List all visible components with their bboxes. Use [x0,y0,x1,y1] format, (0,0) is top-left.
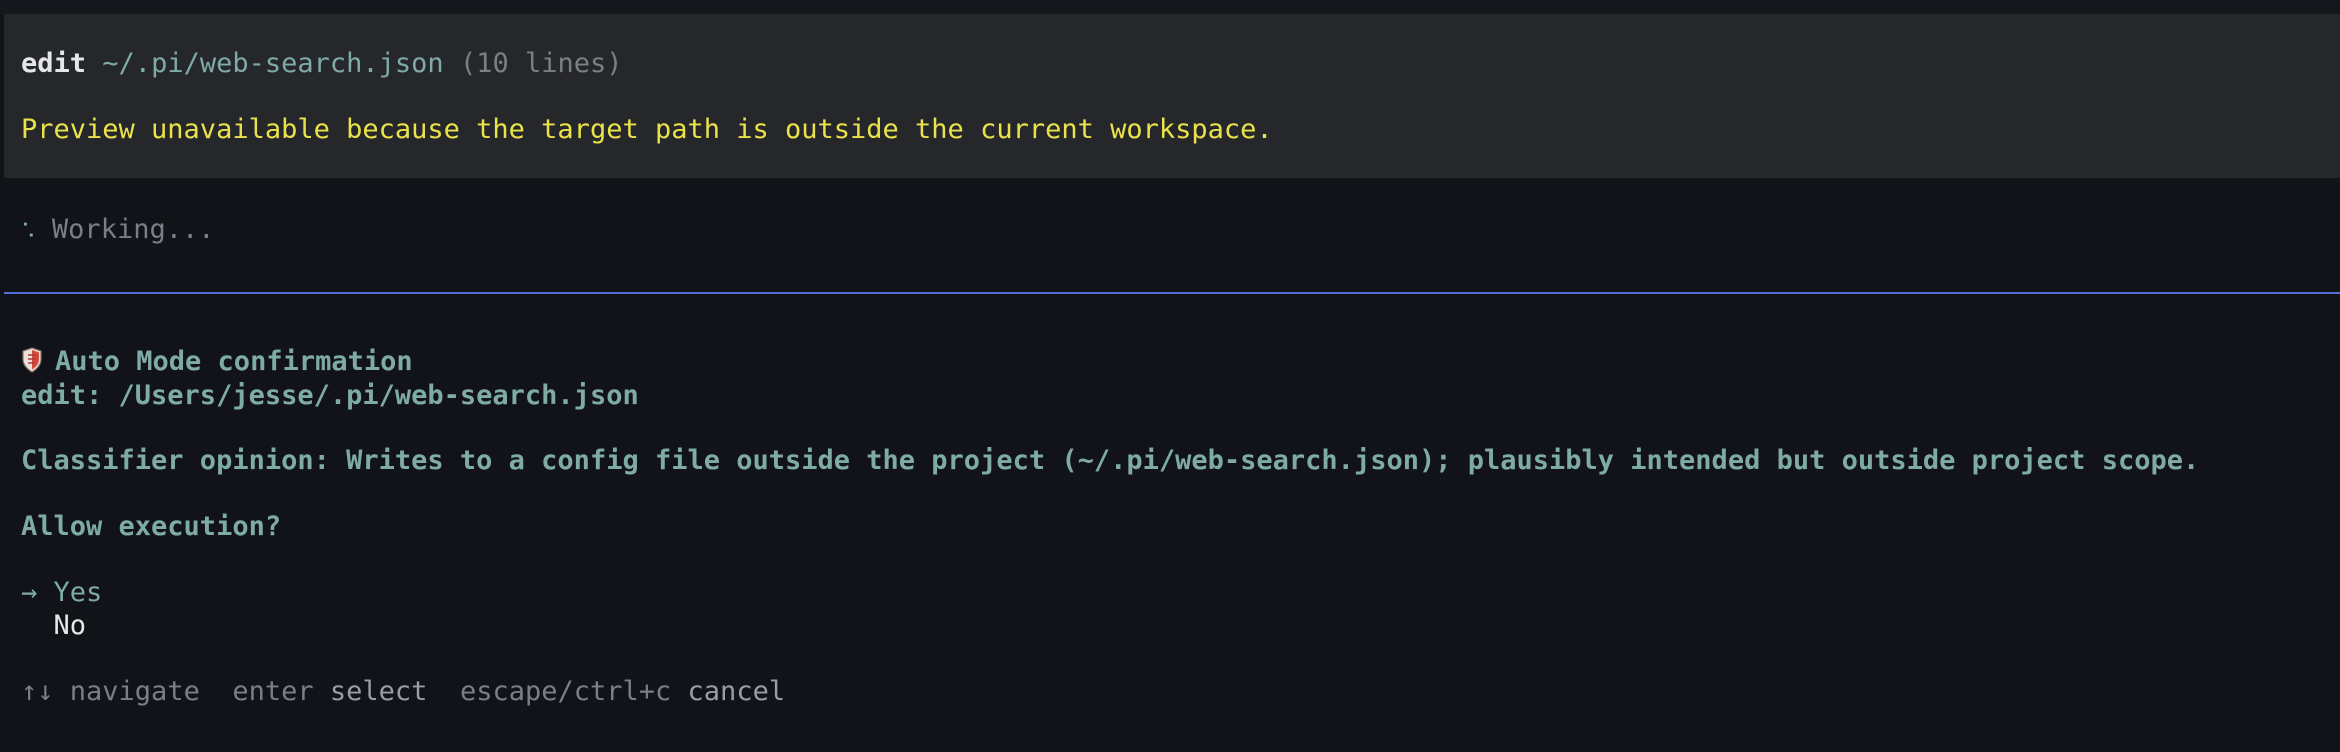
spinner-icon: ⠡ [21,219,36,243]
option-yes-label: Yes [53,577,103,608]
navigate-label: navigate [69,676,200,707]
tool-call-header: edit ~/.pi/web-search.json (10 lines) [21,47,623,80]
select-key: enter [232,676,314,707]
option-no[interactable]: No [21,609,87,642]
option-yes[interactable]: → Yes [21,576,102,609]
select-label: select [329,676,428,707]
working-text: Working... [51,214,215,245]
confirmation-title: Auto Mode confirmation [55,346,413,377]
shield-icon [22,347,42,373]
tool-path: ~/.pi/web-search.json [102,48,444,79]
confirmation-title-row: Auto Mode confirmation [21,345,413,378]
classifier-opinion: Classifier opinion: Writes to a config f… [21,445,2200,476]
tool-line-count: (10 lines) [459,48,623,79]
confirmation-action: edit: /Users/jesse/.pi/web-search.json [21,380,639,411]
cancel-label: cancel [687,676,786,707]
key-hints: ↑↓ navigate enter select escape/ctrl+c c… [21,675,785,708]
navigate-keys: ↑↓ [21,676,54,707]
cancel-key: escape/ctrl+c [459,676,672,707]
option-no-label: No [53,610,87,641]
allow-question: Allow execution? [21,511,282,542]
tool-call-block [4,14,2340,178]
tool-command: edit [21,48,87,79]
top-strip [0,0,2340,14]
preview-warning: Preview unavailable because the target p… [21,114,1273,145]
divider [4,292,2340,294]
working-status: ⠡ Working... [21,213,214,248]
selection-arrow-icon: → [21,577,38,608]
